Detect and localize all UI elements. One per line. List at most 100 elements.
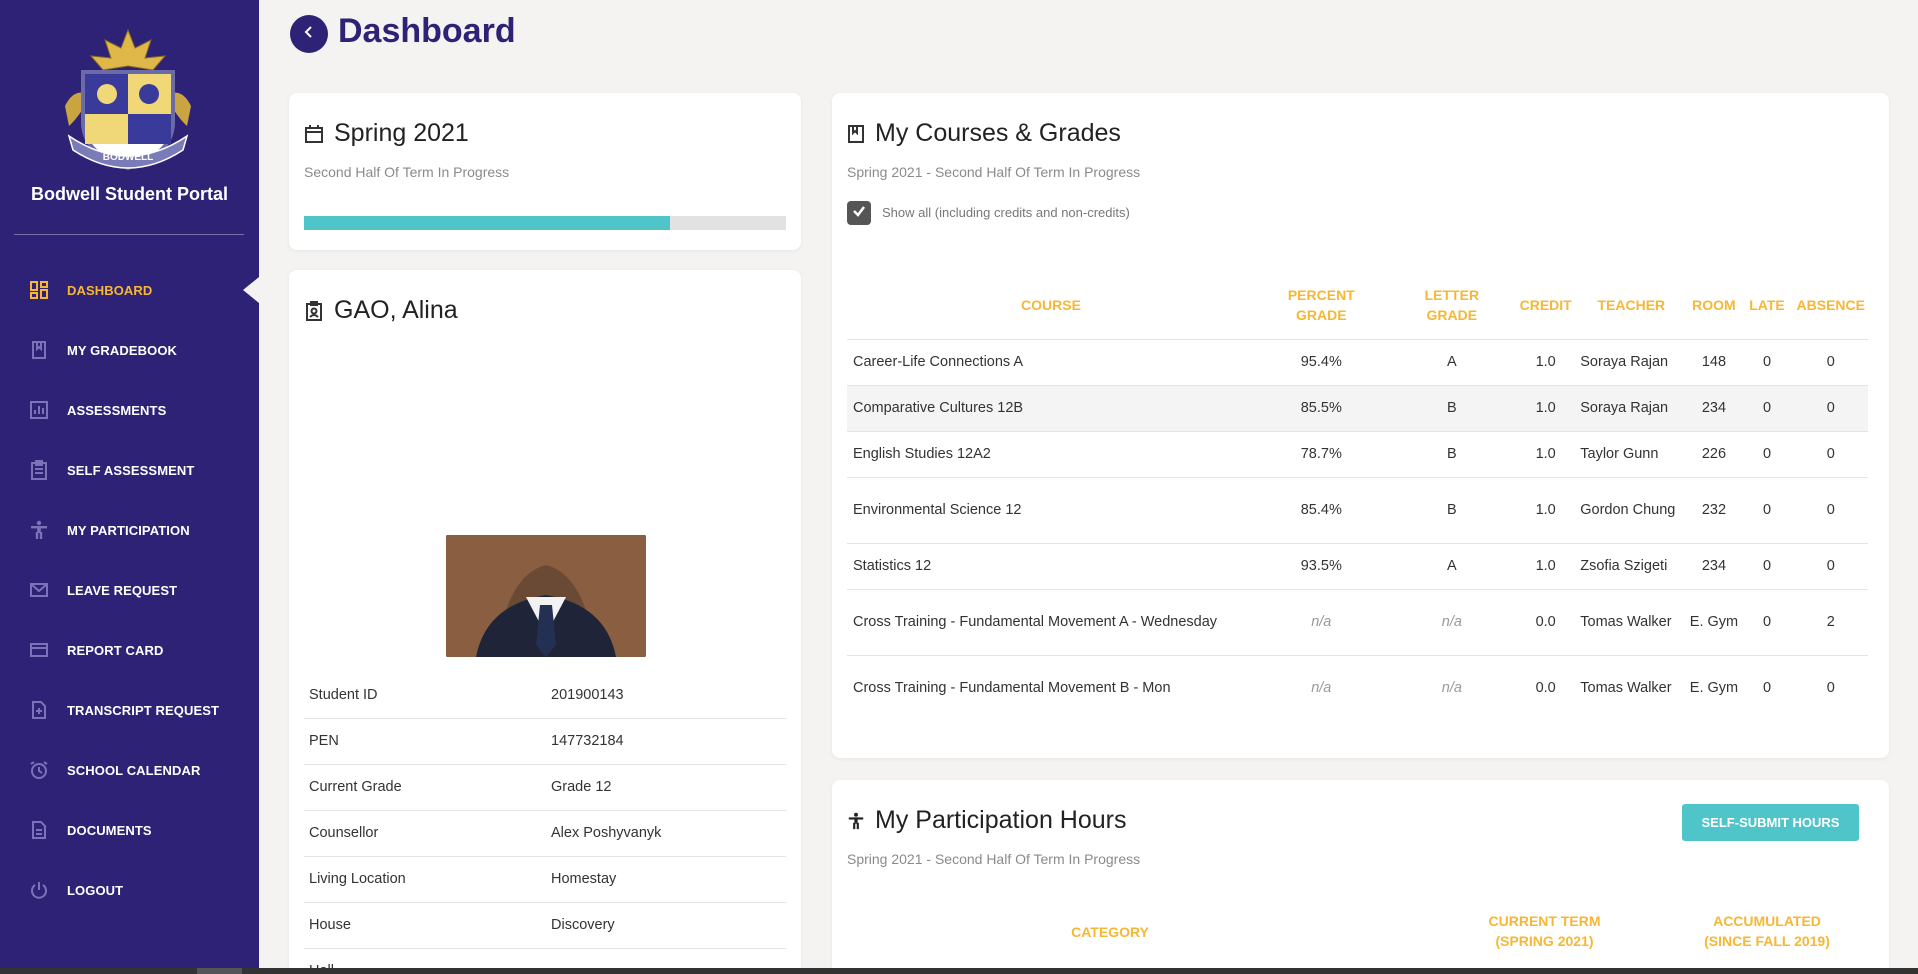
show-all-label[interactable]: Show all (including credits and non-cred… bbox=[882, 205, 1130, 220]
room: 234 bbox=[1687, 543, 1741, 590]
course-name[interactable]: Cross Training - Fundamental Movement A … bbox=[847, 589, 1255, 656]
course-name[interactable]: Statistics 12 bbox=[847, 543, 1255, 590]
sidebar-item-label: SCHOOL CALENDAR bbox=[67, 762, 201, 778]
grades-table: COURSE PERCENT GRADE LETTER GRADE CREDIT T… bbox=[847, 273, 1868, 721]
sidebar-nav: DASHBOARD MY GRADEBOOK ASSESSMENTS SELF … bbox=[0, 260, 259, 920]
scrollbar-thumb[interactable] bbox=[197, 968, 242, 974]
info-label: Counsellor bbox=[304, 810, 546, 857]
header-current-line1: CURRENT TERM bbox=[1488, 913, 1601, 929]
sidebar-item-my-gradebook[interactable]: MY GRADEBOOK bbox=[0, 320, 259, 380]
info-value: Discovery bbox=[546, 902, 786, 949]
sidebar: BODWELL Bodwell Student Portal DASHBOARD… bbox=[0, 0, 259, 974]
self-submit-hours-button[interactable]: SELF-SUBMIT HOURS bbox=[1682, 804, 1859, 841]
table-row: Cross Training - Fundamental Movement B … bbox=[847, 655, 1868, 721]
sidebar-item-label: SELF ASSESSMENT bbox=[67, 462, 195, 478]
header-letter-grade[interactable]: LETTER GRADE bbox=[1387, 273, 1517, 340]
sidebar-item-self-assessment[interactable]: SELF ASSESSMENT bbox=[0, 440, 259, 500]
participation-subtitle: Spring 2021 - Second Half Of Term In Pro… bbox=[847, 851, 1141, 867]
sidebar-item-assessments[interactable]: ASSESSMENTS bbox=[0, 380, 259, 440]
info-label: Living Location bbox=[304, 856, 546, 903]
sidebar-item-documents[interactable]: DOCUMENTS bbox=[0, 800, 259, 860]
room: E. Gym bbox=[1689, 680, 1739, 697]
show-all-checkbox[interactable] bbox=[847, 201, 871, 225]
teacher: Soraya Rajan bbox=[1575, 339, 1688, 386]
teacher: Tomas Walker bbox=[1575, 589, 1688, 656]
teacher: Soraya Rajan bbox=[1575, 385, 1688, 432]
course-name[interactable]: Environmental Science 12 bbox=[847, 477, 1255, 544]
chart-icon bbox=[28, 399, 50, 421]
bodwell-crest-logo: BODWELL bbox=[55, 26, 201, 176]
sidebar-item-label: MY PARTICIPATION bbox=[67, 522, 190, 538]
sidebar-item-dashboard[interactable]: DASHBOARD bbox=[0, 260, 259, 320]
term-title-text: Spring 2021 bbox=[334, 119, 469, 147]
header-accumulated[interactable]: ACCUMULATED (SINCE FALL 2019) bbox=[1672, 912, 1862, 951]
course-name[interactable]: Career-Life Connections A bbox=[847, 339, 1255, 386]
credit: 1.0 bbox=[1516, 431, 1576, 478]
svg-text:BODWELL: BODWELL bbox=[103, 152, 154, 163]
late: 0 bbox=[1740, 339, 1794, 386]
header-accum-line1: ACCUMULATED bbox=[1713, 913, 1821, 929]
header-credit[interactable]: CREDIT bbox=[1516, 273, 1576, 340]
courses-card: My Courses & Grades Spring 2021 - Second… bbox=[832, 93, 1889, 758]
grades-header-row: COURSE PERCENT GRADE LETTER GRADE CREDIT T… bbox=[847, 273, 1868, 340]
check-icon bbox=[852, 204, 866, 223]
card-icon bbox=[28, 639, 50, 661]
late: 0 bbox=[1740, 431, 1794, 478]
sidebar-item-logout[interactable]: LOGOUT bbox=[0, 860, 259, 920]
info-label: PEN bbox=[304, 718, 546, 765]
credit: 0.0 bbox=[1516, 589, 1576, 656]
sidebar-item-leave-request[interactable]: LEAVE REQUEST bbox=[0, 560, 259, 620]
sidebar-item-school-calendar[interactable]: SCHOOL CALENDAR bbox=[0, 740, 259, 800]
header-category[interactable]: CATEGORY bbox=[1032, 923, 1188, 943]
header-late[interactable]: LATE bbox=[1740, 273, 1794, 340]
course-name[interactable]: Cross Training - Fundamental Movement B … bbox=[847, 655, 1255, 721]
courses-subtitle: Spring 2021 - Second Half Of Term In Pro… bbox=[847, 164, 1141, 180]
info-value: 201900143 bbox=[546, 672, 786, 719]
info-row-pen: PEN 147732184 bbox=[304, 718, 786, 765]
table-row: Career-Life Connections A 95.4% A 1.0 So… bbox=[847, 339, 1868, 386]
student-info-table: Student ID 201900143 PEN 147732184 Current… bbox=[304, 672, 786, 974]
sidebar-item-report-card[interactable]: REPORT CARD bbox=[0, 620, 259, 680]
sidebar-item-transcript-request[interactable]: TRANSCRIPT REQUEST bbox=[0, 680, 259, 740]
absence: 0 bbox=[1793, 431, 1868, 478]
header-course[interactable]: COURSE bbox=[847, 273, 1255, 340]
header-current-term[interactable]: CURRENT TERM (SPRING 2021) bbox=[1472, 912, 1617, 951]
room: 234 bbox=[1687, 385, 1741, 432]
book-icon bbox=[848, 124, 864, 143]
person-icon bbox=[28, 519, 50, 541]
id-badge-icon bbox=[306, 300, 322, 321]
header-letter-line1: LETTER bbox=[1424, 287, 1480, 304]
header-teacher[interactable]: TEACHER bbox=[1575, 273, 1688, 340]
teacher: Gordon Chung bbox=[1575, 477, 1688, 544]
table-row: Cross Training - Fundamental Movement A … bbox=[847, 589, 1868, 656]
course-name[interactable]: Comparative Cultures 12B bbox=[847, 385, 1255, 432]
student-name-text: GAO, Alina bbox=[334, 296, 458, 324]
letter-grade: n/a bbox=[1441, 680, 1462, 697]
back-button[interactable] bbox=[290, 15, 328, 53]
late: 0 bbox=[1762, 680, 1772, 697]
info-value: Grade 12 bbox=[546, 764, 786, 811]
power-icon bbox=[28, 879, 50, 901]
sidebar-item-my-participation[interactable]: MY PARTICIPATION bbox=[0, 500, 259, 560]
document-icon bbox=[28, 819, 50, 841]
clipboard-icon bbox=[28, 459, 50, 481]
term-title: Spring 2021 bbox=[304, 119, 469, 148]
absence: 0 bbox=[1793, 385, 1868, 432]
absence: 0 bbox=[1826, 680, 1835, 697]
horizontal-scrollbar[interactable] bbox=[0, 968, 1918, 974]
course-name[interactable]: English Studies 12A2 bbox=[847, 431, 1255, 478]
table-row: Comparative Cultures 12B 85.5% B 1.0 Sor… bbox=[847, 385, 1868, 432]
alarm-icon bbox=[28, 759, 50, 781]
term-progress-bar bbox=[304, 216, 786, 230]
header-letter-line2: GRADE bbox=[1426, 306, 1478, 323]
percent-grade: 85.4% bbox=[1254, 477, 1388, 544]
header-absence[interactable]: ABSENCE bbox=[1793, 273, 1868, 340]
student-name: GAO, Alina bbox=[304, 296, 458, 325]
percent-grade: 95.4% bbox=[1254, 339, 1388, 386]
portal-title: Bodwell Student Portal bbox=[30, 184, 228, 204]
header-room[interactable]: ROOM bbox=[1687, 273, 1741, 340]
percent-grade: n/a bbox=[1311, 680, 1332, 697]
header-percent-grade[interactable]: PERCENT GRADE bbox=[1254, 273, 1388, 340]
info-label: Student ID bbox=[304, 672, 546, 719]
participation-card: My Participation Hours Spring 2021 - Sec… bbox=[832, 780, 1889, 974]
